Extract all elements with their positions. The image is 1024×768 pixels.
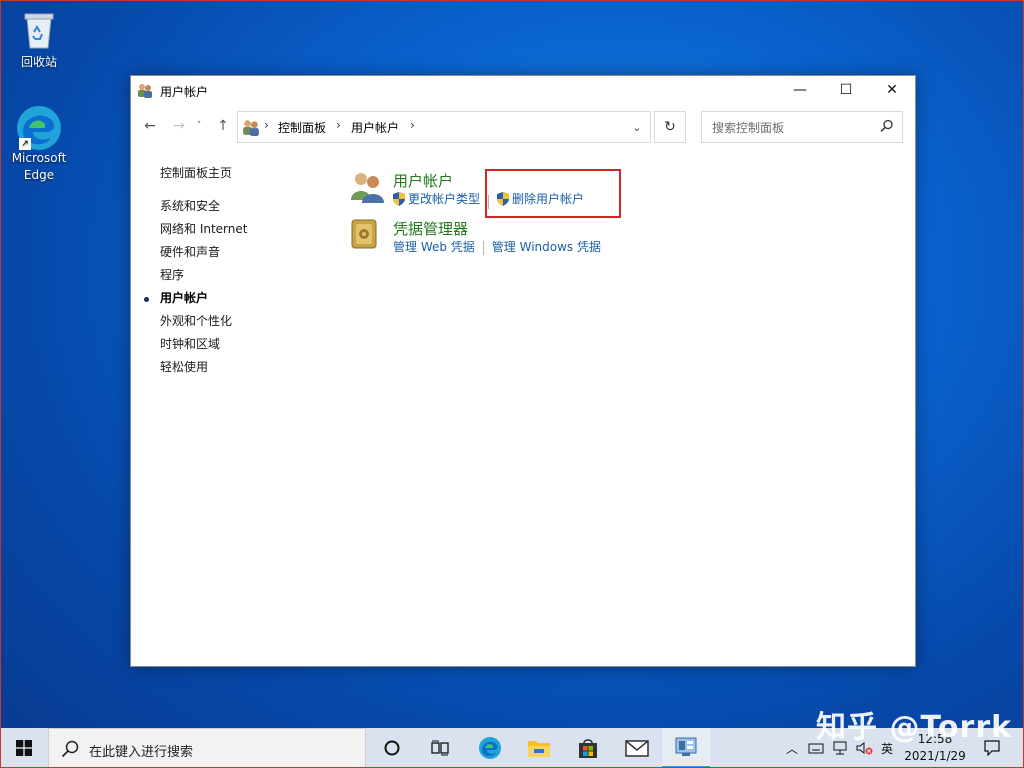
desktop-icon-label: Microsoft Edge <box>11 151 67 182</box>
sidebar-item-user-accounts[interactable]: 用户帐户 <box>143 287 247 310</box>
sidebar: 控制面板主页 系统和安全 网络和 Internet 硬件和声音 程序 用户帐户 … <box>143 162 247 379</box>
mail-button[interactable] <box>613 728 661 768</box>
cortana-button[interactable] <box>368 728 416 768</box>
recycle-bin-icon <box>17 8 61 52</box>
chevron-down-icon: ⌄ <box>632 120 642 134</box>
search-box[interactable] <box>701 111 903 143</box>
close-icon: ✕ <box>886 82 898 98</box>
sidebar-item-control-panel-home[interactable]: 控制面板主页 <box>160 162 247 185</box>
taskbar-search-box[interactable]: 在此键入进行搜索 <box>48 728 366 768</box>
task-view-button[interactable] <box>416 728 464 768</box>
breadcrumb-separator-icon[interactable]: › <box>336 118 341 132</box>
store-icon <box>579 739 597 758</box>
sidebar-item-ease-of-access[interactable]: 轻松使用 <box>160 356 247 379</box>
clock-date: 2021/1/29 <box>904 749 966 763</box>
breadcrumb-control-panel[interactable]: 控制面板 <box>278 119 326 136</box>
mail-icon <box>625 740 649 757</box>
up-button[interactable]: ↑ <box>213 116 233 136</box>
search-icon <box>61 740 79 758</box>
chevron-down-icon: ˅ <box>196 121 202 131</box>
sidebar-item-network-internet[interactable]: 网络和 Internet <box>160 218 247 241</box>
search-icon <box>880 119 893 133</box>
show-hidden-icons-button[interactable]: ︿ <box>782 728 802 768</box>
sidebar-item-hardware-sound[interactable]: 硬件和声音 <box>160 241 247 264</box>
sidebar-item-system-security[interactable]: 系统和安全 <box>160 195 247 218</box>
folder-icon <box>528 741 550 757</box>
change-account-type-label: 更改帐户类型 <box>408 192 481 206</box>
address-bar[interactable]: › 控制面板 › 用户帐户 › ⌄ <box>237 111 651 143</box>
address-dropdown-button[interactable]: ⌄ <box>624 112 650 142</box>
category-title-credential-manager[interactable]: 凭据管理器 <box>393 218 468 239</box>
breadcrumb-separator-icon[interactable]: › <box>410 118 415 132</box>
recent-locations-button[interactable]: ˅ <box>193 116 205 136</box>
manage-web-credentials-link[interactable]: 管理 Web 凭据 <box>393 238 475 255</box>
link-divider <box>482 240 484 255</box>
forward-arrow-icon: → <box>173 118 185 134</box>
uac-shield-icon <box>393 191 405 206</box>
sidebar-item-programs[interactable]: 程序 <box>160 264 247 287</box>
store-button[interactable] <box>564 728 612 768</box>
maximize-icon: ☐ <box>839 82 853 98</box>
task-view-icon <box>431 740 449 756</box>
close-button[interactable]: ✕ <box>869 76 915 104</box>
control-panel-window: 用户帐户 — ☐ ✕ ← → ˅ ↑ › 控制面板 › 用户帐户 › ⌄ ↻ 搜… <box>130 75 916 667</box>
cortana-icon <box>384 740 400 756</box>
control-panel-taskbar-button[interactable] <box>662 728 710 768</box>
minimize-icon: — <box>793 82 807 98</box>
desktop-icon-label: 回收站 <box>20 55 57 69</box>
breadcrumb-user-accounts[interactable]: 用户帐户 <box>351 119 399 136</box>
sidebar-item-appearance[interactable]: 外观和个性化 <box>160 310 247 333</box>
search-input[interactable] <box>710 114 874 142</box>
credential-manager-icon <box>350 218 384 252</box>
desktop-icon-recycle-bin[interactable]: 回收站 <box>4 8 74 71</box>
credential-manager-links: 管理 Web 凭据 管理 Windows 凭据 <box>393 238 601 255</box>
control-panel-icon <box>675 737 697 756</box>
back-arrow-icon: ← <box>144 118 156 134</box>
edge-icon: ↗ <box>17 104 61 150</box>
edge-icon <box>479 737 501 759</box>
sidebar-item-clock-region[interactable]: 时钟和区域 <box>160 333 247 356</box>
up-arrow-icon: ↑ <box>217 118 229 134</box>
taskbar-edge-button[interactable] <box>466 728 514 768</box>
file-explorer-button[interactable] <box>515 728 563 768</box>
change-account-type-link[interactable]: 更改帐户类型 <box>393 190 480 207</box>
user-accounts-icon <box>350 170 384 204</box>
manage-windows-credentials-link[interactable]: 管理 Windows 凭据 <box>492 238 601 255</box>
back-button[interactable]: ← <box>140 116 160 136</box>
forward-button[interactable]: → <box>169 116 189 136</box>
category-title-user-accounts[interactable]: 用户帐户 <box>393 170 453 191</box>
refresh-icon: ↻ <box>664 119 676 135</box>
windows-logo-icon <box>16 740 32 756</box>
user-accounts-icon <box>242 118 260 136</box>
window-title: 用户帐户 <box>160 85 209 99</box>
start-button[interactable] <box>0 728 48 768</box>
breadcrumb-separator-icon[interactable]: › <box>264 118 269 132</box>
title-bar[interactable]: 用户帐户 — ☐ ✕ <box>131 76 915 104</box>
chevron-up-icon: ︿ <box>785 741 798 756</box>
user-accounts-icon <box>137 82 153 98</box>
watermark: 知乎 @Torrk <box>816 710 1013 745</box>
maximize-button[interactable]: ☐ <box>823 76 869 104</box>
refresh-button[interactable]: ↻ <box>654 111 686 143</box>
highlight-annotation-box <box>485 169 621 218</box>
minimize-button[interactable]: — <box>777 76 823 104</box>
desktop-icon-edge[interactable]: ↗ Microsoft Edge <box>4 104 74 184</box>
navigation-bar: ← → ˅ ↑ › 控制面板 › 用户帐户 › ⌄ ↻ <box>131 110 915 143</box>
taskbar-search-text: 在此键入进行搜索 <box>89 745 194 760</box>
